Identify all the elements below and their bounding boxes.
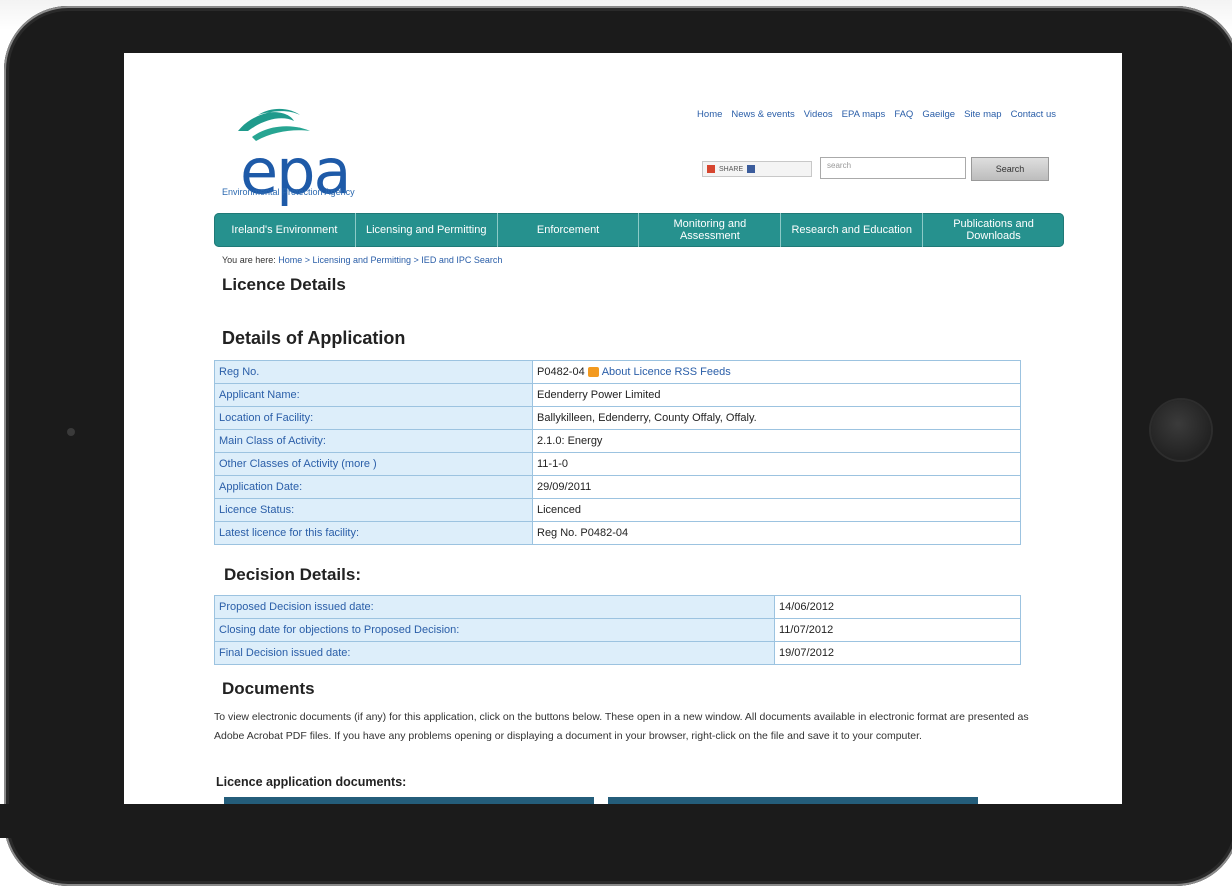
- nav-licensing[interactable]: Licensing and Permitting: [356, 213, 498, 247]
- application-heading: Details of Application: [222, 328, 406, 348]
- table-row: Main Class of Activity: 2.1.0: Energy: [214, 429, 1021, 453]
- decision-table: Proposed Decision issued date: 14/06/201…: [214, 595, 1021, 665]
- table-row: Reg No. P0482-04 About Licence RSS Feeds: [214, 360, 1021, 384]
- table-row: Applicant Name: Edenderry Power Limited: [214, 383, 1021, 407]
- top-link-videos[interactable]: Videos: [804, 109, 833, 120]
- row-label: Latest licence for this facility:: [214, 521, 533, 545]
- share-button[interactable]: SHARE: [702, 161, 812, 177]
- document-button[interactable]: [224, 797, 594, 804]
- top-link-gaeilge[interactable]: Gaeilge: [922, 109, 955, 120]
- top-link-epa-maps[interactable]: EPA maps: [842, 109, 886, 120]
- documents-text: To view electronic documents (if any) fo…: [214, 711, 1029, 742]
- row-label: Closing date for objections to Proposed …: [214, 618, 775, 642]
- nav-research[interactable]: Research and Education: [781, 213, 924, 247]
- row-value: 19/07/2012: [774, 641, 1021, 665]
- epa-logo[interactable]: epa Environmental Protection Agency: [222, 101, 402, 203]
- breadcrumb-path[interactable]: Home > Licensing and Permitting > IED an…: [278, 255, 502, 265]
- tablet-screen: epa Environmental Protection Agency Home…: [124, 53, 1122, 804]
- nav-publications[interactable]: Publications and Downloads: [923, 213, 1064, 247]
- table-row: Closing date for objections to Proposed …: [214, 618, 1021, 642]
- share-label: SHARE: [719, 165, 744, 173]
- rss-icon[interactable]: [587, 367, 599, 378]
- top-link-home[interactable]: Home: [697, 109, 722, 120]
- page-title: Licence Details: [222, 275, 346, 294]
- table-row: Licence Status: Licenced: [214, 498, 1021, 522]
- row-label: Applicant Name:: [214, 383, 533, 407]
- nav-irelands-environment[interactable]: Ireland's Environment: [214, 213, 356, 247]
- row-value: Licenced: [532, 498, 1021, 522]
- row-value: Edenderry Power Limited: [532, 383, 1021, 407]
- camera-icon: [67, 428, 75, 436]
- main-nav: Ireland's Environment Licensing and Perm…: [214, 213, 1064, 247]
- breadcrumb-prefix: You are here:: [222, 255, 276, 265]
- row-label: Licence Status:: [214, 498, 533, 522]
- row-value: 11/07/2012: [774, 618, 1021, 642]
- top-link-site-map[interactable]: Site map: [964, 109, 1002, 120]
- row-label: Application Date:: [214, 475, 533, 499]
- row-label: Proposed Decision issued date:: [214, 595, 775, 619]
- row-label: Reg No.: [214, 360, 533, 384]
- nav-enforcement[interactable]: Enforcement: [498, 213, 640, 247]
- table-row: Location of Facility: Ballykilleen, Eden…: [214, 406, 1021, 430]
- row-value: Ballykilleen, Edenderry, County Offaly, …: [532, 406, 1021, 430]
- top-links: Home News & events Videos EPA maps FAQ G…: [697, 109, 1056, 120]
- table-row: Final Decision issued date: 19/07/2012: [214, 641, 1021, 665]
- breadcrumb: You are here: Home > Licensing and Permi…: [222, 255, 502, 265]
- row-value: 2.1.0: Energy: [532, 429, 1021, 453]
- top-link-news[interactable]: News & events: [731, 109, 794, 120]
- row-value: P0482-04 About Licence RSS Feeds: [532, 360, 1021, 384]
- row-value: Reg No. P0482-04: [532, 521, 1021, 545]
- facebook-icon: [747, 165, 756, 173]
- reg-no-value: P0482-04: [537, 366, 585, 378]
- row-label-more-link[interactable]: Other Classes of Activity (more ): [214, 452, 533, 476]
- row-label: Final Decision issued date:: [214, 641, 775, 665]
- row-label: Location of Facility:: [214, 406, 533, 430]
- top-link-contact[interactable]: Contact us: [1011, 109, 1056, 120]
- nav-monitoring[interactable]: Monitoring and Assessment: [639, 213, 782, 247]
- decision-heading: Decision Details:: [224, 565, 361, 584]
- row-value: 29/09/2011: [532, 475, 1021, 499]
- document-button[interactable]: [608, 797, 978, 804]
- tablet-bottom-bezel: [0, 804, 1232, 838]
- table-row: Other Classes of Activity (more ) 11-1-0: [214, 452, 1021, 476]
- home-button-icon: [1151, 400, 1211, 460]
- licence-docs-subheading: Licence application documents:: [216, 775, 407, 789]
- row-label: Main Class of Activity:: [214, 429, 533, 453]
- logo-subtitle: Environmental Protection Agency: [222, 187, 355, 197]
- row-value: 14/06/2012: [774, 595, 1021, 619]
- search-button[interactable]: Search: [971, 157, 1049, 181]
- documents-heading: Documents: [222, 679, 315, 698]
- search-input[interactable]: search: [820, 157, 966, 179]
- table-row: Proposed Decision issued date: 14/06/201…: [214, 595, 1021, 619]
- rss-link[interactable]: About Licence RSS Feeds: [602, 366, 731, 378]
- table-row: Application Date: 29/09/2011: [214, 475, 1021, 499]
- application-table: Reg No. P0482-04 About Licence RSS Feeds …: [214, 360, 1021, 545]
- share-icon: [707, 165, 715, 173]
- table-row: Latest licence for this facility: Reg No…: [214, 521, 1021, 545]
- top-link-faq[interactable]: FAQ: [894, 109, 913, 120]
- row-value: 11-1-0: [532, 452, 1021, 476]
